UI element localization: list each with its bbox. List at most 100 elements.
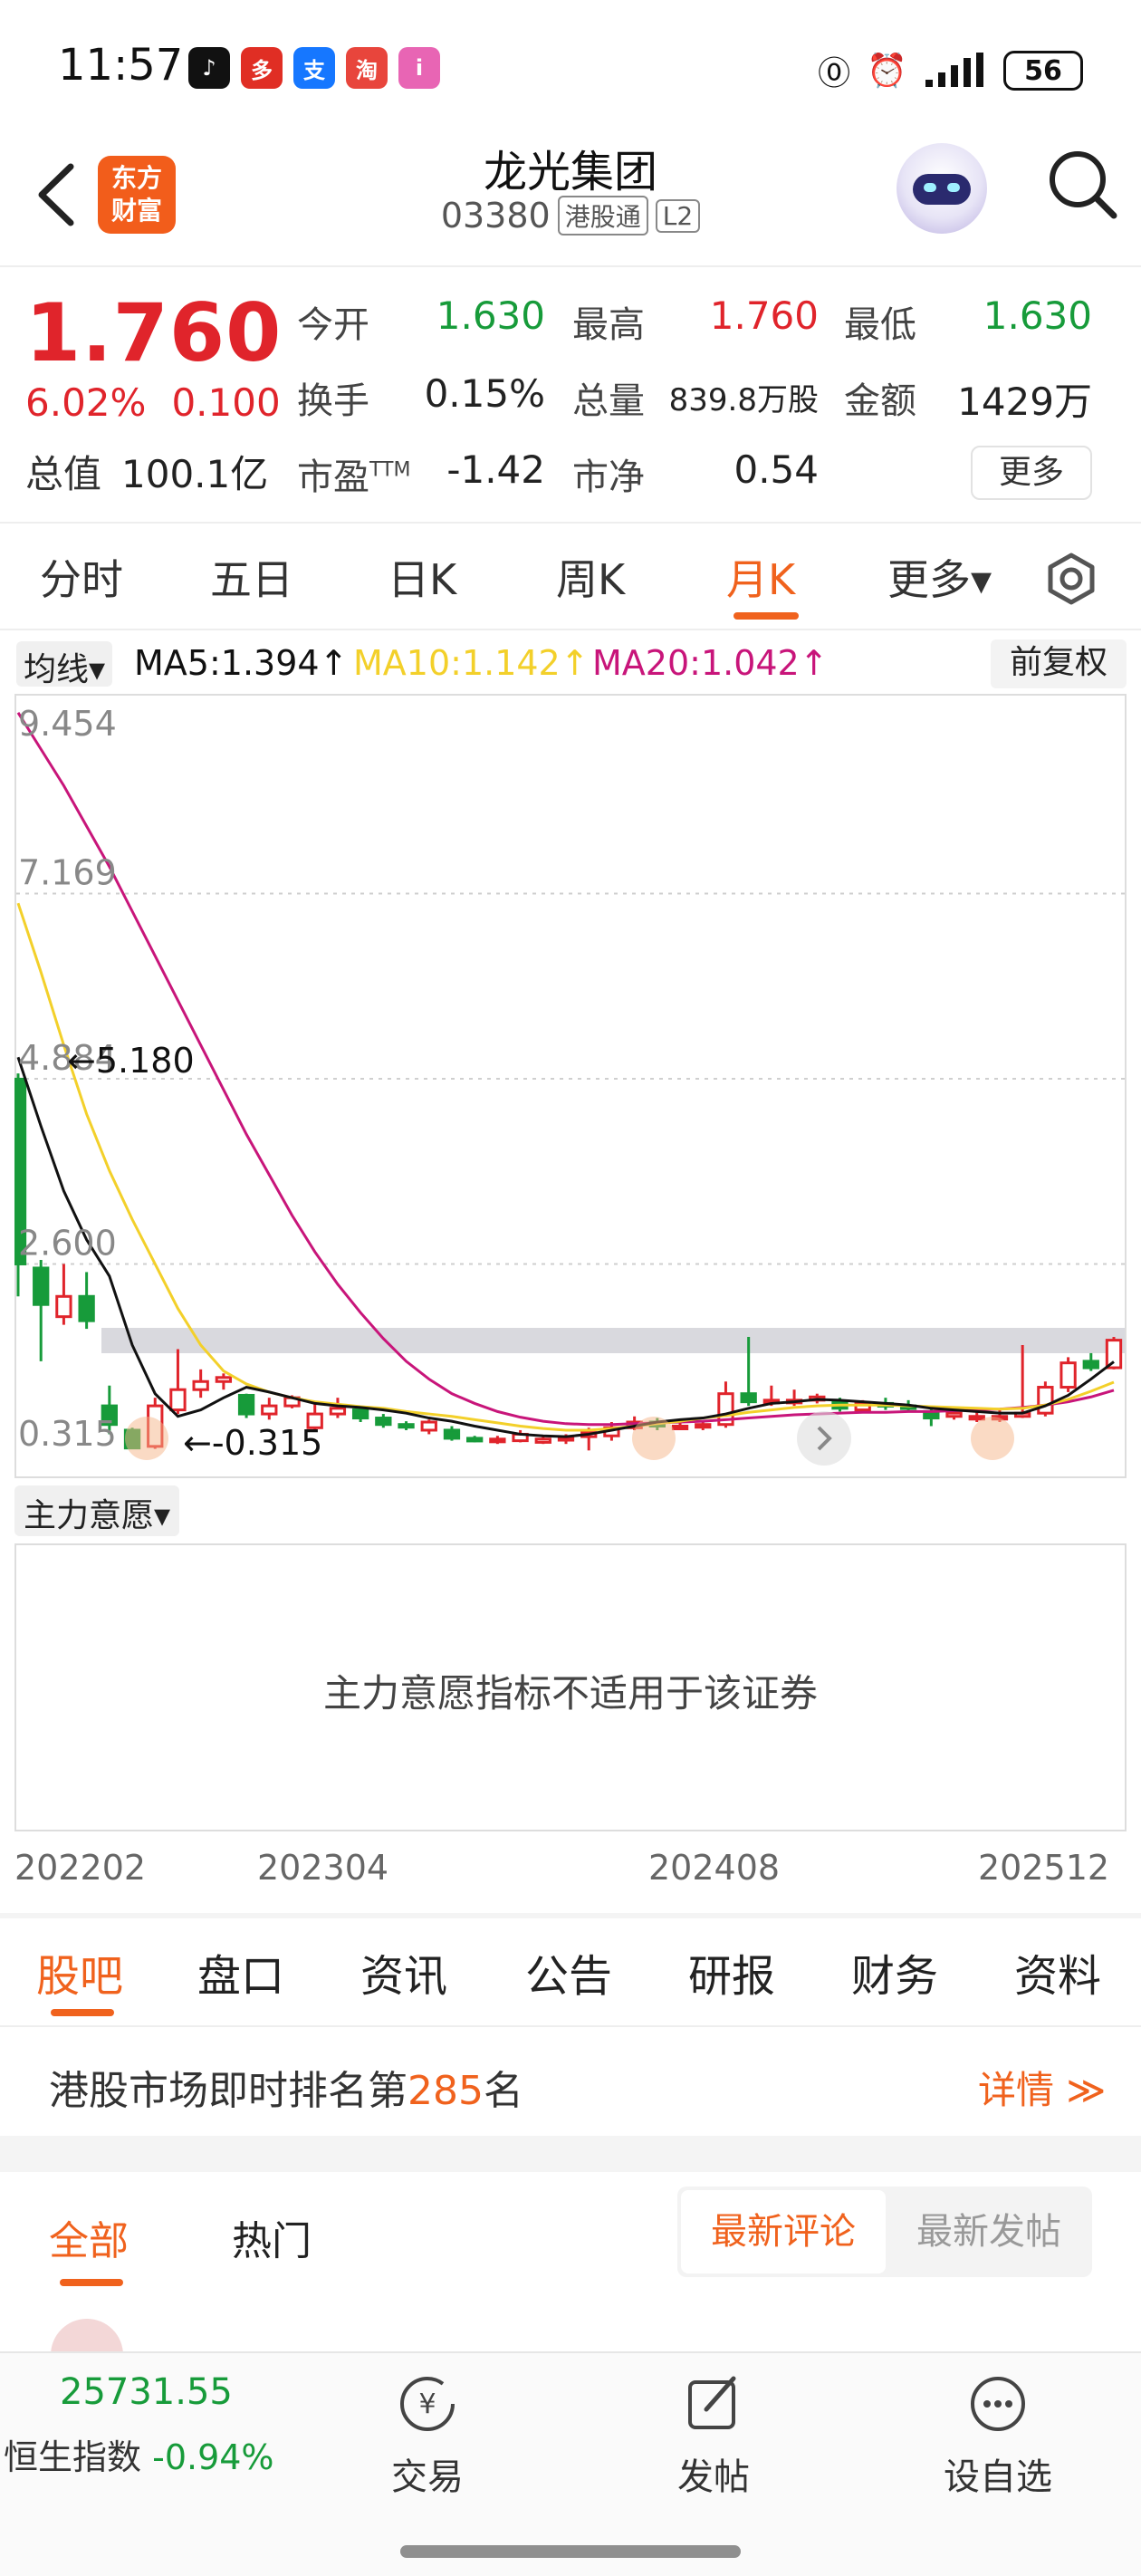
add-watchlist-button[interactable]: 设自选	[925, 2371, 1070, 2507]
scroll-control[interactable]	[632, 1417, 676, 1460]
ma5-label: MA5:1.394↑	[134, 643, 349, 683]
rank-number: 285	[408, 2068, 484, 2114]
mcap-label: 总值	[25, 452, 102, 496]
gear-icon[interactable]	[1041, 549, 1101, 609]
battery-icon: 56	[1003, 51, 1083, 91]
sort-latest-comment[interactable]: 最新评论	[681, 2190, 886, 2273]
home-indicator[interactable]	[400, 2545, 741, 2558]
sort-latest-post[interactable]: 最新发帖	[889, 2190, 1088, 2273]
candle-body	[375, 1417, 392, 1427]
rank-text: 港股市场即时排名第285名	[49, 2058, 523, 2116]
candle-body	[237, 1393, 255, 1416]
pe-value: -1.42	[446, 447, 545, 492]
candle-body	[1105, 1339, 1123, 1370]
indicator-message: 主力意愿指标不适用于该证券	[322, 1671, 818, 1716]
open-label: 今开	[297, 304, 369, 346]
low-marker: ←-0.315	[183, 1423, 322, 1463]
expand-icon[interactable]	[971, 1417, 1014, 1460]
k-line-chart[interactable]: 9.4547.1694.8842.6000.315 ←5.180 ←-0.315	[14, 694, 1127, 1478]
tab-announcements[interactable]: 公告	[525, 1940, 612, 2004]
date-label: 202408	[648, 1848, 781, 1888]
rank-prefix: 港股市场即时排名第	[49, 2068, 408, 2114]
tab-more-periods[interactable]: 更多▾	[887, 547, 992, 607]
tab-five-day[interactable]: 五日	[210, 547, 293, 607]
candle-body	[695, 1423, 712, 1429]
more-quote-button[interactable]: 更多	[971, 446, 1092, 500]
market-rank-row[interactable]: 港股市场即时排名第285名 详情 ≫	[0, 2027, 1141, 2136]
change-abs: 0.100	[171, 380, 281, 425]
post-button[interactable]: 发帖	[641, 2371, 786, 2507]
low-label: 最低	[844, 304, 916, 346]
open-value: 1.630	[436, 293, 545, 338]
trade-button[interactable]: ¥ 交易	[355, 2371, 500, 2507]
mcap-value: 100.1亿	[121, 452, 269, 496]
y-tick-label: 0.315	[18, 1414, 117, 1454]
active-tab-indicator	[51, 2009, 114, 2016]
divider	[0, 629, 1141, 630]
rank-detail-link[interactable]: 详情 ≫	[978, 2060, 1106, 2115]
battery-level: 56	[1024, 54, 1062, 87]
level-tag: L2	[655, 198, 701, 233]
status-bar: 11:57 ♪ 多支淘 i ⓪ ⏰ 56	[0, 0, 1141, 136]
tab-hot[interactable]: 热门	[232, 2208, 312, 2266]
candle-body	[215, 1376, 233, 1383]
stock-code: 03380	[440, 196, 551, 235]
turnover-value: 0.15%	[424, 371, 545, 416]
price-band	[101, 1328, 1125, 1353]
pe-label-sup: TTM	[369, 458, 411, 482]
date-label: 202304	[257, 1848, 389, 1888]
tab-all[interactable]: 全部	[49, 2208, 129, 2266]
scroll-left-control[interactable]	[125, 1417, 168, 1460]
change-pct: 6.02%	[25, 380, 147, 425]
indicator-panel: 主力意愿指标不适用于该证券	[14, 1543, 1127, 1831]
svg-text:¥: ¥	[418, 2389, 436, 2420]
candle-body	[968, 1415, 985, 1421]
adjust-button[interactable]: 前复权	[991, 639, 1127, 688]
bottom-bar: 25731.55 恒生指数 -0.94% ¥ 交易 发帖 设自选	[0, 2351, 1141, 2576]
candle-body	[398, 1423, 415, 1429]
stock-header: 东方 财富 龙光集团 03380 港股通 L2	[0, 136, 1141, 267]
candle-body	[740, 1392, 757, 1404]
section-gap	[0, 2136, 1141, 2172]
tab-news[interactable]: 资讯	[360, 1940, 447, 2004]
tab-intraday[interactable]: 分时	[40, 547, 123, 607]
indicator-select[interactable]: 主力意愿▾	[14, 1485, 180, 1536]
index-value[interactable]: 25731.55	[60, 2371, 233, 2413]
y-tick-label: 7.169	[18, 853, 117, 893]
last-price: 1.760	[25, 286, 283, 380]
candle-body	[1082, 1360, 1099, 1370]
tab-daily-k[interactable]: 日K	[388, 547, 456, 607]
active-tab-indicator	[60, 2279, 123, 2286]
candle-body	[420, 1420, 437, 1432]
tab-research[interactable]: 研报	[688, 1940, 775, 2004]
tab-financials[interactable]: 财务	[851, 1940, 938, 2004]
tab-order-book[interactable]: 盘口	[197, 1940, 284, 2004]
assistant-robot-icon[interactable]	[896, 143, 987, 234]
trade-label: 交易	[391, 2456, 464, 2498]
search-icon[interactable]	[1041, 143, 1123, 225]
index-line[interactable]: 恒生指数 -0.94%	[4, 2429, 274, 2479]
alarm-icon: ⏰	[867, 53, 907, 90]
candle-body	[33, 1266, 50, 1306]
robot-face	[913, 174, 971, 205]
candle-body	[351, 1408, 369, 1420]
app-icon: i	[398, 47, 440, 89]
tab-weekly-k[interactable]: 周K	[556, 547, 625, 607]
candle-body	[78, 1294, 95, 1322]
candle-body	[443, 1428, 461, 1440]
candle-body	[1037, 1386, 1054, 1415]
ma10-label: MA10:1.142↑	[353, 643, 590, 683]
tab-guba[interactable]: 股吧	[36, 1940, 123, 2004]
active-tab-indicator	[734, 612, 799, 620]
taobao-icon: 淘	[346, 47, 388, 89]
avatar[interactable]	[51, 2319, 123, 2355]
ma-select[interactable]: 均线▾	[16, 641, 113, 688]
candle-body	[466, 1437, 484, 1443]
volume-value: 839.8万股	[668, 382, 819, 418]
tab-monthly-k[interactable]: 月K	[726, 547, 795, 607]
chevron-right-icon[interactable]	[797, 1411, 851, 1466]
post-label: 发帖	[677, 2456, 750, 2498]
robot-eye-right	[947, 183, 960, 192]
tab-profile[interactable]: 资料	[1014, 1940, 1101, 2004]
period-tabs: 分时 五日 日K 周K 月K 更多▾	[0, 525, 1141, 630]
